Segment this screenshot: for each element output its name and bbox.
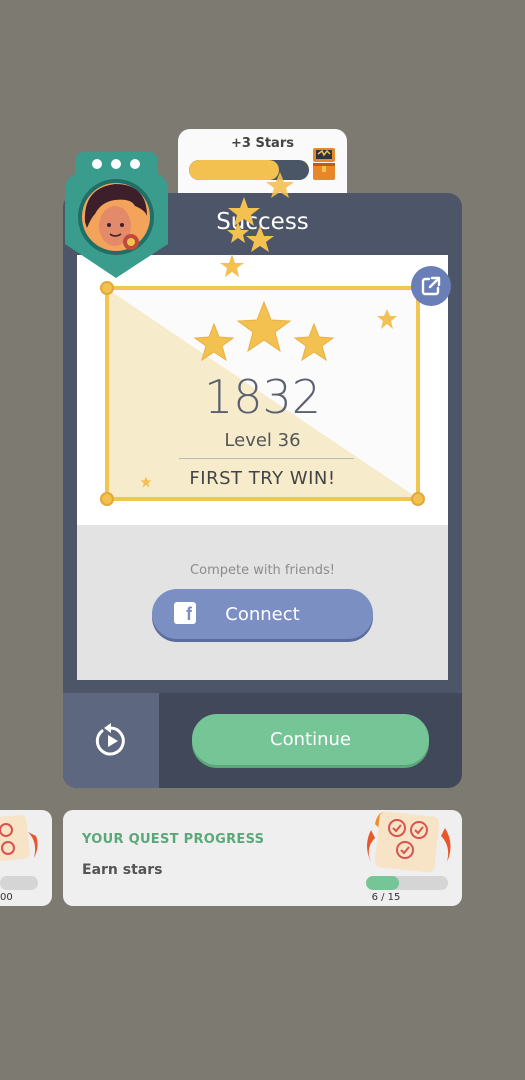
- quest-count: 6 / 15: [371, 892, 401, 903]
- previous-quest-progress-bar: [0, 876, 38, 890]
- quest-badge-icon: [0, 814, 38, 862]
- replay-icon: [95, 722, 125, 755]
- player-avatar: [65, 152, 168, 278]
- card-content: 1832 Level 36 FIRST TRY WIN! Compete wit…: [77, 255, 451, 680]
- frame-corner-knob: [100, 492, 114, 506]
- score-panel: 1832 Level 36 FIRST TRY WIN!: [100, 281, 425, 506]
- facebook-icon: f: [174, 602, 196, 624]
- connect-label: Connect: [225, 603, 300, 625]
- star-icon: [220, 254, 244, 277]
- facebook-connect-button[interactable]: f Connect: [152, 589, 373, 639]
- star-icon: [236, 300, 292, 353]
- previous-quest-card[interactable]: 00: [0, 810, 52, 906]
- previous-quest-count: 00: [0, 892, 13, 903]
- star-icon: [266, 172, 294, 198]
- quest-task: Earn stars: [82, 862, 163, 878]
- replay-button[interactable]: [63, 693, 159, 788]
- star-icon: [293, 322, 335, 362]
- continue-button[interactable]: Continue: [192, 714, 429, 765]
- star-icon: [193, 322, 235, 362]
- quest-heading: YOUR QUEST PROGRESS: [82, 832, 265, 847]
- quest-progress-card[interactable]: YOUR QUEST PROGRESS Earn stars 6 / 15: [63, 810, 462, 906]
- frame-corner-knob: [100, 281, 114, 295]
- quest-badge-icon: [367, 811, 451, 873]
- frame-corner-knob: [411, 492, 425, 506]
- share-button[interactable]: [411, 266, 451, 306]
- share-icon: [421, 276, 441, 296]
- quest-progress-fill: [366, 876, 399, 890]
- score-divider: [179, 458, 354, 459]
- action-bar: Continue: [63, 693, 462, 788]
- star-icon: [228, 197, 260, 226]
- star-icon: [246, 226, 274, 252]
- quest-progress-bar: [366, 876, 448, 890]
- star-icon: [227, 222, 249, 243]
- treasure-chest-icon: [313, 148, 335, 180]
- flying-stars: [220, 172, 294, 277]
- level-label: Level 36: [224, 430, 301, 451]
- score-value: 1832: [203, 370, 322, 424]
- compete-prompt: Compete with friends!: [190, 563, 335, 578]
- sparkle-star-icon: [377, 309, 397, 329]
- earned-stars: [193, 300, 335, 362]
- achievement-label: FIRST TRY WIN!: [189, 468, 336, 489]
